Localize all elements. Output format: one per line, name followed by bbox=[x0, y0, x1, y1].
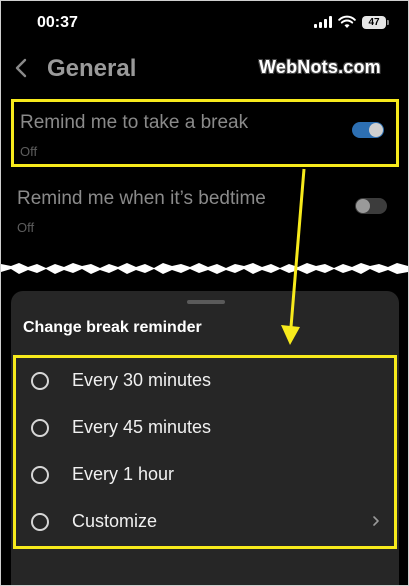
radio-button[interactable] bbox=[31, 466, 49, 484]
signal-icon bbox=[314, 16, 332, 28]
bottom-sheet: Change break reminder Every 30 minutes E… bbox=[11, 291, 399, 585]
bedtime-reminder-toggle[interactable] bbox=[355, 198, 387, 214]
radio-button[interactable] bbox=[31, 419, 49, 437]
settings-screen: 00:37 47 General WebNots.com Remind me t… bbox=[1, 1, 408, 263]
option-every-45-minutes[interactable]: Every 45 minutes bbox=[16, 407, 394, 454]
screenshot-frame: 00:37 47 General WebNots.com Remind me t… bbox=[0, 0, 409, 586]
battery-icon: 47 bbox=[362, 15, 389, 29]
status-bar: 00:37 47 bbox=[1, 1, 408, 45]
option-every-30-minutes[interactable]: Every 30 minutes bbox=[16, 360, 394, 407]
break-reminder-setting[interactable]: Remind me to take a break Off bbox=[11, 99, 399, 167]
sheet-title: Change break reminder bbox=[23, 319, 202, 336]
option-label: Every 1 hour bbox=[72, 464, 175, 484]
option-label: Every 30 minutes bbox=[72, 370, 212, 390]
nav-bar: General WebNots.com bbox=[1, 45, 408, 91]
radio-button[interactable] bbox=[31, 513, 49, 531]
setting-value: Off bbox=[17, 220, 35, 235]
bedtime-reminder-setting[interactable]: Remind me when it’s bedtime Off bbox=[11, 178, 399, 246]
toggle-knob bbox=[356, 199, 370, 213]
option-every-1-hour[interactable]: Every 1 hour bbox=[16, 454, 394, 501]
toggle-knob bbox=[369, 123, 383, 137]
setting-label: Remind me when it’s bedtime bbox=[17, 188, 266, 209]
option-label: Customize bbox=[72, 511, 158, 531]
break-reminder-sheet-screen: Change break reminder Every 30 minutes E… bbox=[1, 277, 408, 585]
option-label: Every 45 minutes bbox=[72, 417, 212, 437]
page-title: General bbox=[47, 55, 137, 82]
chevron-right-icon bbox=[373, 516, 379, 526]
setting-value: Off bbox=[20, 144, 38, 159]
radio-button[interactable] bbox=[31, 372, 49, 390]
watermark-logo: WebNots.com bbox=[259, 57, 381, 77]
status-icons: 47 bbox=[314, 15, 389, 29]
wifi-icon bbox=[338, 15, 356, 28]
option-customize[interactable]: Customize bbox=[16, 501, 394, 548]
setting-label: Remind me to take a break bbox=[20, 112, 249, 133]
reminder-options-list: Every 30 minutes Every 45 minutes Every … bbox=[13, 355, 397, 549]
chevron-left-icon[interactable] bbox=[13, 57, 29, 79]
status-time: 00:37 bbox=[37, 14, 78, 31]
sheet-drag-handle[interactable] bbox=[187, 300, 225, 304]
break-reminder-toggle[interactable] bbox=[352, 122, 384, 138]
